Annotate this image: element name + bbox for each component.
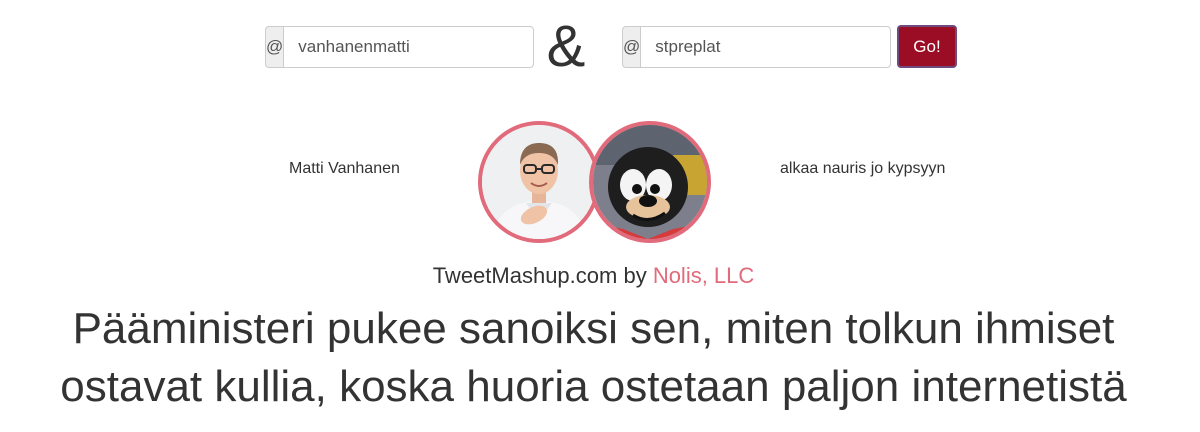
go-button[interactable]: Go!	[897, 25, 957, 68]
right-handle-input[interactable]	[640, 26, 892, 68]
right-handle-group: @	[622, 26, 892, 68]
tweet-mashup-page: @ & @ Go! Matti Vanhanen	[0, 0, 1200, 432]
left-at-addon: @	[265, 26, 284, 68]
man-portrait-icon	[482, 125, 596, 239]
site-credit-text: TweetMashup.com by	[432, 263, 647, 288]
right-avatar	[589, 121, 711, 243]
ampersand-connector: &	[546, 14, 586, 79]
company-link[interactable]: Nolis, LLC	[653, 263, 754, 288]
left-profile-name: Matti Vanhanen	[289, 160, 400, 177]
cartoon-dog-portrait-icon	[593, 125, 707, 239]
right-at-addon: @	[622, 26, 641, 68]
mashup-line-2: ostavat kullia, koska huoria ostetaan pa…	[60, 362, 1127, 411]
mashup-line-1: Pääministeri pukee sanoiksi sen, miten t…	[72, 304, 1115, 353]
mashup-text: Pääministeri pukee sanoiksi sen, miten t…	[0, 300, 1187, 416]
left-handle-input[interactable]	[283, 26, 535, 68]
site-credit: TweetMashup.com by Nolis, LLC	[0, 263, 1187, 289]
right-profile-name: alkaa nauris jo kypsyyn	[780, 160, 946, 177]
left-avatar	[478, 121, 600, 243]
left-handle-group: @	[265, 26, 535, 68]
